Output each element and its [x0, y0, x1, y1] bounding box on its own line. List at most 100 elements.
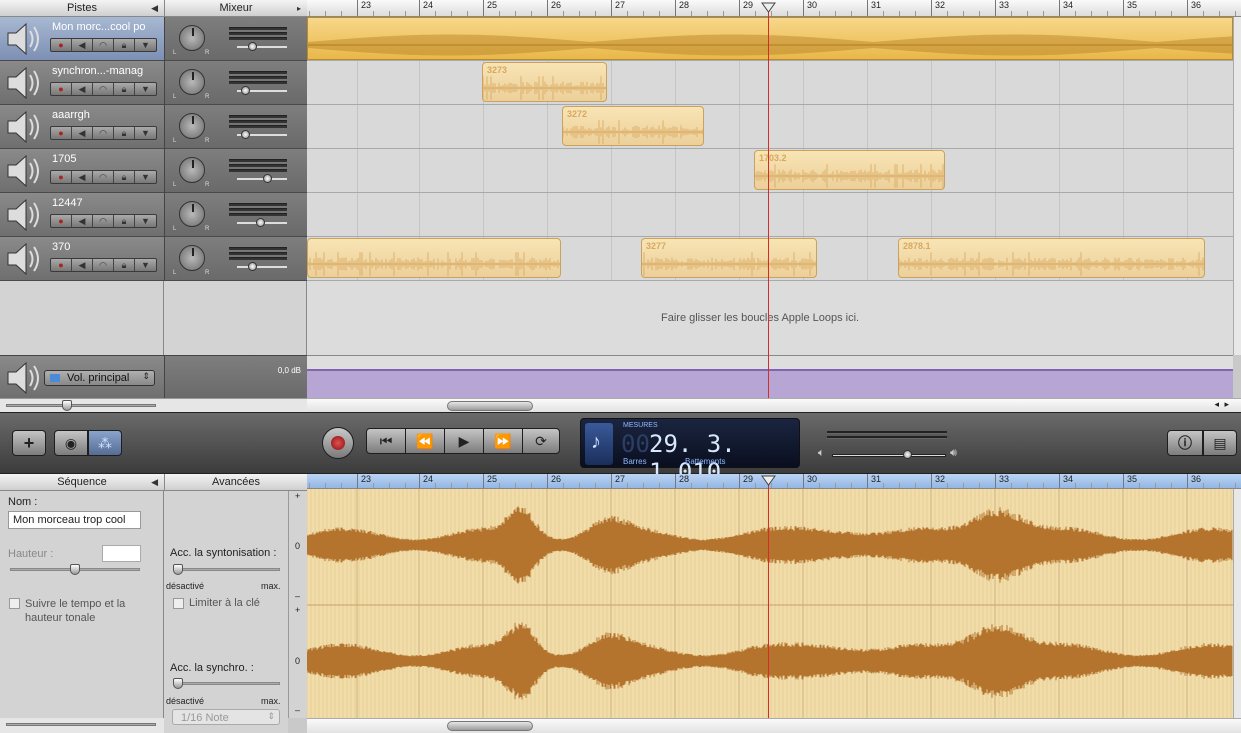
pan-knob[interactable] — [179, 113, 205, 139]
audio-region[interactable]: 1703.2 — [754, 150, 945, 190]
collapse-left-icon[interactable]: ◀ — [151, 0, 158, 17]
note-select[interactable]: 1/16 Note ⇕ — [172, 709, 280, 725]
track-header[interactable]: 12447 ● ◀ ◠ 🔒︎ ▼ — [0, 193, 164, 237]
editor-playhead-handle-icon[interactable] — [761, 475, 776, 486]
lock-button[interactable]: 🔒︎ — [114, 259, 135, 271]
pan-knob[interactable] — [179, 69, 205, 95]
track-volume-slider[interactable] — [237, 218, 287, 227]
track-header[interactable]: 1705 ● ◀ ◠ 🔒︎ ▼ — [0, 149, 164, 193]
track-menu-button[interactable]: ▼ — [135, 39, 156, 51]
solo-button[interactable]: ◠ — [93, 83, 114, 95]
editor-playhead[interactable] — [768, 484, 769, 718]
lock-button[interactable]: 🔒︎ — [114, 215, 135, 227]
track-volume-thumb[interactable] — [248, 42, 257, 51]
play-button[interactable]: ▶ — [444, 428, 484, 454]
hscroll-thumb[interactable] — [447, 401, 533, 411]
record-enable-button[interactable]: ● — [51, 215, 72, 227]
track-menu-button[interactable]: ▼ — [135, 171, 156, 183]
vertical-scrollbar[interactable] — [1233, 17, 1241, 355]
scroll-left-icon[interactable]: ◂ — [1214, 399, 1219, 410]
mute-button[interactable]: ◀ — [72, 215, 93, 227]
sync-thumb[interactable] — [173, 678, 183, 689]
track-header[interactable]: Mon morc...cool po ● ◀ ◠ 🔒︎ ▼ — [0, 17, 164, 61]
lock-button[interactable]: 🔒︎ — [114, 127, 135, 139]
track-volume-slider[interactable] — [237, 130, 287, 139]
audio-region[interactable]: 2878.1 — [898, 238, 1205, 278]
mute-button[interactable]: ◀ — [72, 83, 93, 95]
waveform-editor[interactable] — [307, 489, 1233, 718]
record-enable-button[interactable]: ● — [51, 39, 72, 51]
editor-zoom[interactable] — [0, 718, 164, 733]
editor-vscroll[interactable] — [1233, 489, 1241, 718]
track-volume-slider[interactable] — [237, 262, 287, 271]
lock-button[interactable]: 🔒︎ — [114, 171, 135, 183]
track-lane[interactable]: 3273 — [307, 61, 1233, 105]
tracks-header[interactable]: Pistes ◀ — [0, 0, 164, 17]
loop-drop-zone[interactable]: Faire glisser les boucles Apple Loops ic… — [307, 281, 1233, 355]
mute-button[interactable]: ◀ — [72, 259, 93, 271]
mute-button[interactable]: ◀ — [72, 171, 93, 183]
track-lane[interactable] — [307, 17, 1233, 61]
track-volume-slider[interactable] — [237, 42, 287, 51]
editor-hscroll-thumb[interactable] — [447, 721, 533, 731]
audio-region[interactable]: 3277 — [641, 238, 817, 278]
track-volume-thumb[interactable] — [263, 174, 272, 183]
track-volume-slider[interactable] — [237, 174, 287, 183]
master-volume-lane[interactable] — [307, 355, 1233, 399]
solo-button[interactable]: ◠ — [93, 127, 114, 139]
record-enable-button[interactable]: ● — [51, 171, 72, 183]
limit-key-checkbox[interactable] — [173, 598, 184, 609]
mixer-arrows-icon[interactable]: ▸ — [297, 0, 301, 17]
fast-forward-button[interactable]: ⏩ — [483, 428, 523, 454]
editor-hscroll[interactable] — [307, 718, 1241, 733]
track-lane[interactable]: 1703.2 — [307, 149, 1233, 193]
timeline-hscroll[interactable]: ◂ ▸ — [307, 398, 1241, 412]
track-header[interactable]: aaarrgh ● ◀ ◠ 🔒︎ ▼ — [0, 105, 164, 149]
track-menu-button[interactable]: ▼ — [135, 127, 156, 139]
track-header[interactable]: 370 ● ◀ ◠ 🔒︎ ▼ — [0, 237, 164, 281]
tuning-thumb[interactable] — [173, 564, 183, 575]
record-button[interactable] — [322, 427, 354, 459]
cycle-button[interactable]: ⟳ — [522, 428, 560, 454]
track-volume-thumb[interactable] — [248, 262, 257, 271]
media-browser-button[interactable]: ▤ — [1203, 430, 1237, 456]
track-lane[interactable]: 3272 — [307, 105, 1233, 149]
track-header[interactable]: synchron...-manag ● ◀ ◠ 🔒︎ ▼ — [0, 61, 164, 105]
master-volume-thumb[interactable] — [903, 450, 912, 459]
sequence-header[interactable]: Séquence ◀ — [0, 474, 164, 491]
go-to-start-button[interactable]: ⏮ — [366, 428, 406, 454]
track-menu-button[interactable]: ▼ — [135, 83, 156, 95]
track-menu-button[interactable]: ▼ — [135, 215, 156, 227]
record-enable-button[interactable]: ● — [51, 83, 72, 95]
audio-region[interactable] — [307, 17, 1233, 60]
mute-button[interactable]: ◀ — [72, 127, 93, 139]
track-volume-thumb[interactable] — [241, 130, 250, 139]
scroll-right-icon[interactable]: ▸ — [1224, 399, 1229, 410]
pan-knob[interactable] — [179, 157, 205, 183]
master-select[interactable]: Vol. principal ⇕ — [44, 370, 155, 386]
info-button[interactable]: ⓘ — [1167, 430, 1203, 456]
mute-button[interactable]: ◀ — [72, 39, 93, 51]
track-name[interactable]: Mon morc...cool po — [52, 21, 146, 33]
track-menu-button[interactable]: ▼ — [135, 259, 156, 271]
lock-button[interactable]: 🔒︎ — [114, 83, 135, 95]
master-volume-curve[interactable] — [307, 369, 1233, 399]
track-editor-button[interactable]: ⁂ — [88, 430, 122, 456]
master-volume-slider[interactable] — [832, 450, 946, 459]
record-enable-button[interactable]: ● — [51, 259, 72, 271]
track-volume-thumb[interactable] — [256, 218, 265, 227]
track-lane[interactable] — [307, 193, 1233, 237]
track-name[interactable]: 1705 — [52, 153, 76, 165]
solo-button[interactable]: ◠ — [93, 171, 114, 183]
audio-region[interactable]: 3272 — [562, 106, 704, 146]
add-track-button[interactable]: + — [12, 430, 46, 456]
playhead[interactable] — [768, 11, 769, 398]
playhead-handle-icon[interactable] — [761, 2, 776, 13]
track-name[interactable]: aaarrgh — [52, 109, 90, 121]
track-volume-thumb[interactable] — [241, 86, 250, 95]
audio-region[interactable] — [307, 238, 561, 278]
rewind-button[interactable]: ⏪ — [405, 428, 445, 454]
pan-knob[interactable] — [179, 245, 205, 271]
collapse-left-icon[interactable]: ◀ — [151, 474, 158, 491]
solo-button[interactable]: ◠ — [93, 259, 114, 271]
